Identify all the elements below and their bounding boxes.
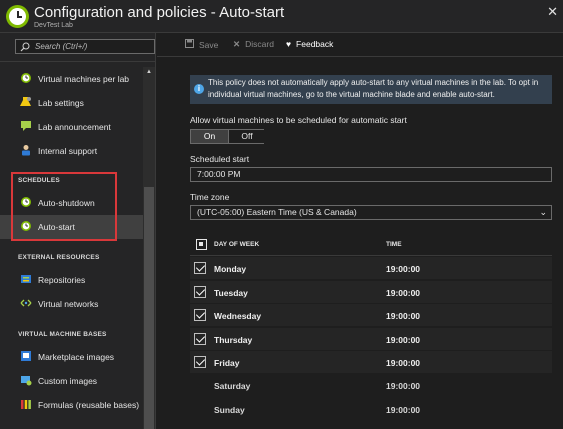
info-icon: i [194,84,204,94]
vm-clock-icon [21,73,31,83]
sidebar-item-custom-images[interactable]: Custom images [0,369,143,393]
day-time: 19:00:00 [386,358,421,368]
feedback-button[interactable]: ♥ Feedback [286,39,333,49]
sidebar-item-internal-support[interactable]: Internal support [0,139,143,163]
day-name: Friday [214,358,240,368]
table-row[interactable]: Saturday 19:00:00 [190,374,552,397]
table-row[interactable]: Friday 19:00:00 [190,351,552,374]
sidebar-item-vms-per-lab[interactable]: Virtual machines per lab [0,67,143,91]
sidebar-item-label: Repositories [38,275,86,285]
window-title: Configuration and policies - Auto-start [34,4,285,21]
save-button[interactable]: Save [185,39,218,50]
sidebar-item-lab-announcement[interactable]: Lab announcement [0,115,143,139]
title-bar: Configuration and policies - Auto-start … [0,0,563,33]
table-row[interactable]: Monday 19:00:00 [190,257,552,280]
custom-image-icon [21,376,32,386]
allow-schedule-label: Allow virtual machines to be scheduled f… [190,115,407,125]
scroll-up-icon[interactable]: ▲ [146,69,152,75]
lab-settings-icon [20,97,31,106]
discard-label: Discard [245,39,274,49]
toggle-off-option[interactable]: Off [228,130,265,143]
table-row[interactable]: Sunday 19:00:00 [190,398,552,421]
day-checkbox[interactable] [194,356,206,368]
sidebar-item-label: Formulas (reusable bases) [38,400,140,410]
info-text: This policy does not automatically apply… [208,78,539,99]
sidebar-item-label: Virtual networks [38,299,99,309]
sidebar-item-label: Internal support [38,146,98,156]
day-checkbox[interactable] [194,333,206,345]
info-banner: i This policy does not automatically app… [190,75,552,104]
allow-schedule-toggle[interactable]: On Off [190,129,265,144]
day-name: Saturday [214,381,251,391]
search-input[interactable]: Search (Ctrl+/) [15,39,155,54]
table-row[interactable]: Tuesday 19:00:00 [190,281,552,304]
sidebar-item-virtual-networks[interactable]: Virtual networks [0,292,143,316]
scheduled-start-label: Scheduled start [190,154,250,164]
days-grid-header: DAY OF WEEK TIME [190,234,552,256]
formula-icon [21,400,31,409]
discard-button[interactable]: ✕ Discard [233,39,274,50]
section-vm-bases: VIRTUAL MACHINE BASES [18,331,107,338]
day-time: 19:00:00 [386,381,421,391]
main-blade: i This policy does not automatically app… [157,58,563,429]
timezone-value: (UTC-05:00) Eastern Time (US & Canada) [197,207,357,217]
sidebar-item-lab-settings[interactable]: Lab settings [0,91,143,115]
sidebar-item-label: Lab announcement [38,122,111,132]
timezone-select[interactable]: (UTC-05:00) Eastern Time (US & Canada) ⌄ [190,205,552,220]
feedback-label: Feedback [296,39,334,49]
save-label: Save [199,40,219,50]
day-name: Thursday [214,335,253,345]
sidebar-item-label: Lab settings [38,98,84,108]
day-checkbox[interactable] [194,286,206,298]
day-name: Monday [214,264,247,274]
schedules-highlight-box [11,172,117,241]
announcement-icon [21,121,31,131]
column-header-day: DAY OF WEEK [214,241,260,248]
sidebar-item-formulas[interactable]: Formulas (reusable bases) [0,393,143,417]
scheduled-start-input[interactable]: 7:00:00 PM [190,167,552,182]
sidebar-item-label: Virtual machines per lab [38,74,130,84]
network-icon [20,299,32,307]
column-header-time: TIME [386,241,402,248]
day-name: Tuesday [214,288,248,298]
save-icon [185,39,194,48]
day-checkbox[interactable] [194,262,206,274]
discard-icon: ✕ [233,39,241,49]
day-time: 19:00:00 [386,288,421,298]
window-subtitle: DevTest Lab [34,22,73,29]
command-bar: Save ✕ Discard ♥ Feedback [157,33,563,57]
close-icon[interactable]: ✕ [547,4,558,20]
table-row[interactable]: Thursday 19:00:00 [190,328,552,351]
toggle-on-option[interactable]: On [191,130,228,143]
chevron-down-icon: ⌄ [539,207,547,217]
search-icon [20,42,30,52]
section-external-resources: EXTERNAL RESOURCES [18,254,100,261]
table-row[interactable]: Wednesday 19:00:00 [190,304,552,327]
sidebar: Search (Ctrl+/) Virtual machines per lab… [0,33,156,429]
timezone-label: Time zone [190,192,230,202]
day-name: Wednesday [214,311,262,321]
day-time: 19:00:00 [386,264,421,274]
sidebar-item-label: Marketplace images [38,352,115,362]
sidebar-item-repositories[interactable]: Repositories [0,268,143,292]
day-time: 19:00:00 [386,335,421,345]
sidebar-item-marketplace-images[interactable]: Marketplace images [0,345,143,369]
repository-icon [21,275,31,283]
select-all-checkbox[interactable] [196,239,207,250]
day-time: 19:00:00 [386,405,421,415]
sidebar-scroll-thumb[interactable] [144,187,154,429]
search-placeholder: Search (Ctrl+/) [35,42,88,51]
marketplace-icon [21,351,31,361]
support-icon [22,145,30,156]
sidebar-item-label: Custom images [38,376,98,386]
day-name: Sunday [214,405,245,415]
day-time: 19:00:00 [386,311,421,321]
heart-icon: ♥ [286,39,292,49]
devtest-lab-clock-icon [6,5,29,28]
sidebar-divider [0,61,156,62]
day-checkbox[interactable] [194,309,206,321]
